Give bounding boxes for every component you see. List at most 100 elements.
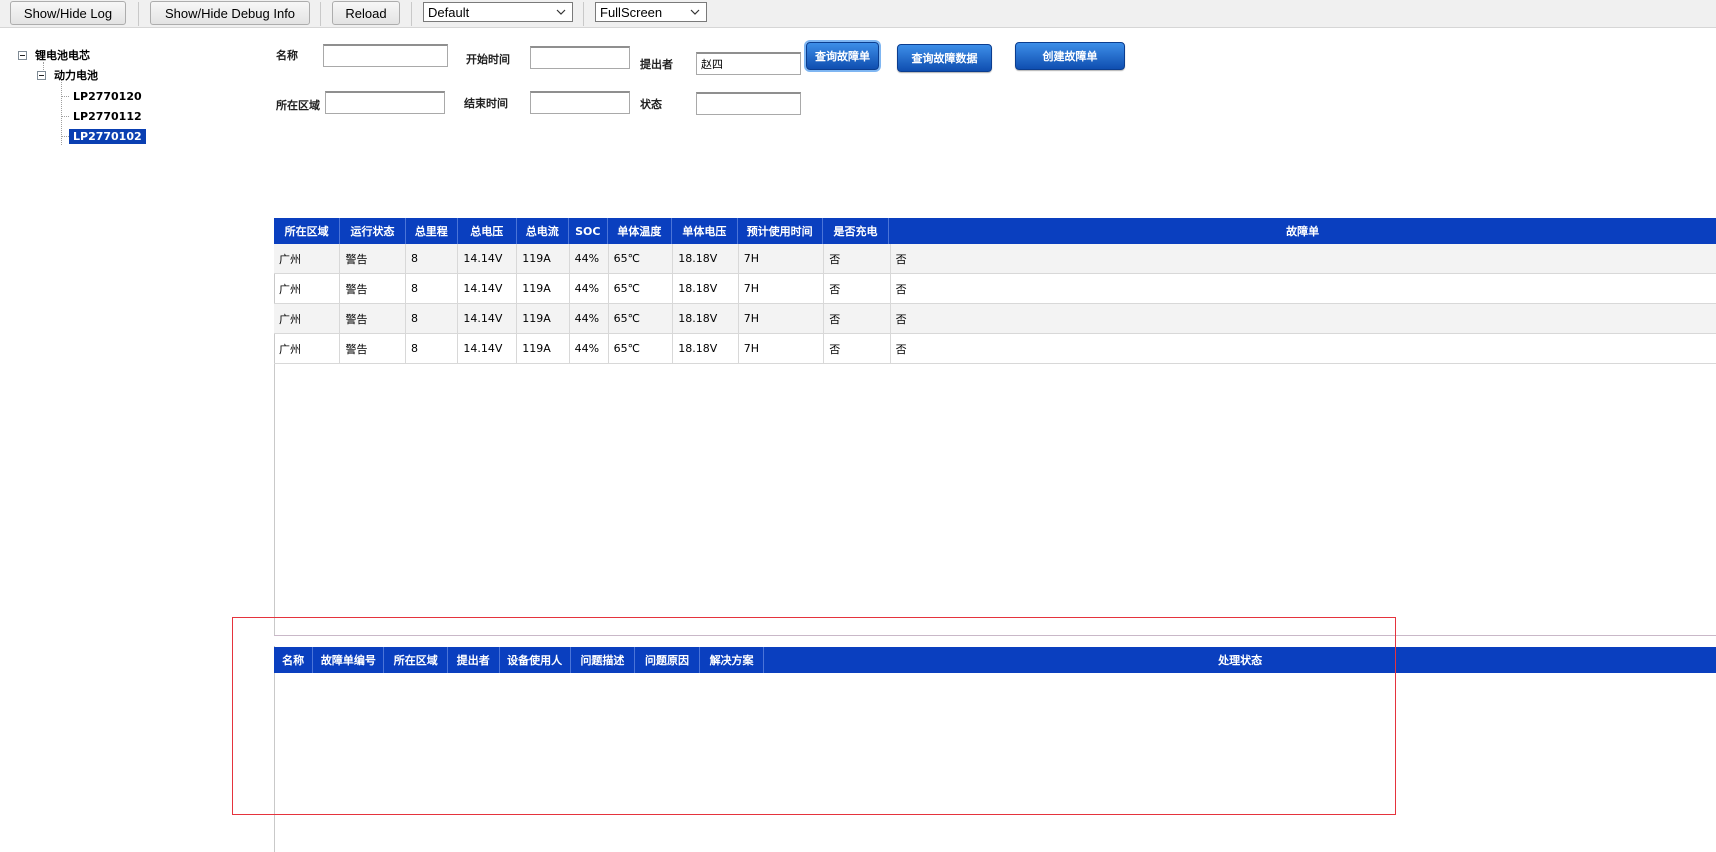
show-hide-debug-button[interactable]: Show/Hide Debug Info [150, 1, 310, 25]
table-row[interactable]: 广州 警告 8 14.14V 119A 44% 65℃ 18.18V 7H 否否 [274, 274, 1716, 304]
toolbar-separator [320, 2, 321, 26]
query-fault-data-button[interactable]: 查询故障数据 [897, 44, 992, 72]
column-header[interactable]: 故障单 [889, 218, 1716, 244]
column-header[interactable]: 处理状态 [764, 647, 1716, 673]
status-input[interactable] [696, 92, 801, 115]
tree-connector [61, 96, 69, 97]
column-header[interactable]: SOC [569, 218, 608, 244]
table-cell: 7H [739, 304, 825, 333]
table-cell: 警告 [340, 274, 407, 303]
toolbar-separator [411, 2, 412, 26]
table-cell: 8 [406, 244, 459, 273]
end-time-input[interactable] [530, 91, 630, 114]
theme-select[interactable]: Default [423, 2, 573, 22]
toolbar-separator [138, 2, 139, 26]
toolbar-separator [583, 2, 584, 26]
device-tree: 锂电池电芯 动力电池 LP2770120 LP2770112 LP2770102 [0, 40, 260, 150]
table-cell: 65℃ [609, 274, 674, 303]
column-header[interactable]: 单体温度 [608, 218, 673, 244]
table-cell: 44% [570, 334, 609, 363]
table-cell: 119A [517, 274, 570, 303]
table-cell: 14.14V [458, 334, 518, 363]
table-cell: 广州 [274, 244, 341, 273]
column-header[interactable]: 提出者 [448, 647, 500, 673]
column-header[interactable]: 问题描述 [571, 647, 636, 673]
table-cell: 警告 [340, 334, 407, 363]
table-row[interactable]: 广州 警告 8 14.14V 119A 44% 65℃ 18.18V 7H 否否 [274, 304, 1716, 334]
table-cell: 7H [739, 334, 825, 363]
table-cell: 8 [406, 304, 459, 333]
show-hide-log-button[interactable]: Show/Hide Log [10, 1, 126, 25]
tree-item-lp2770112[interactable]: LP2770112 [69, 108, 146, 124]
mode-select[interactable]: FullScreen [595, 2, 707, 22]
create-fault-order-button[interactable]: 创建故障单 [1015, 42, 1125, 70]
table-cell: 否 [824, 274, 891, 303]
column-header[interactable]: 运行状态 [340, 218, 406, 244]
collapse-icon[interactable] [18, 50, 27, 60]
column-header[interactable]: 故障单编号 [313, 647, 385, 673]
end-time-label: 结束时间 [464, 97, 508, 110]
status-label: 状态 [640, 98, 662, 111]
table-cell: 否 [895, 282, 907, 296]
tree-node-root[interactable]: 锂电池电芯 [18, 47, 90, 63]
tree-connector [61, 116, 69, 117]
tree-node-label: 动力电池 [54, 69, 98, 82]
column-header[interactable]: 所在区域 [274, 218, 341, 244]
column-header[interactable]: 预计使用时间 [738, 218, 823, 244]
table-cell: 否 [895, 342, 907, 356]
tree-node-child[interactable]: 动力电池 [37, 67, 98, 83]
table-cell: 18.18V [673, 304, 739, 333]
table-cell: 否 [895, 252, 907, 266]
name-input[interactable] [323, 44, 448, 67]
table-cell: 7H [739, 244, 825, 273]
table-cell: 广州 [274, 274, 341, 303]
table-cell: 18.18V [673, 244, 739, 273]
table-cell: 65℃ [609, 334, 674, 363]
table-cell: 广州 [274, 304, 341, 333]
tree-item-label-selected: LP2770102 [69, 128, 146, 144]
tree-connector [61, 136, 69, 137]
column-header[interactable]: 名称 [274, 647, 314, 673]
table-row[interactable]: 广州 警告 8 14.14V 119A 44% 65℃ 18.18V 7H 否否 [274, 334, 1716, 364]
tree-item-lp2770102[interactable]: LP2770102 [69, 128, 146, 144]
column-header[interactable]: 是否充电 [823, 218, 890, 244]
start-time-input[interactable] [530, 46, 630, 69]
table-cell: 119A [517, 244, 570, 273]
column-header[interactable]: 总里程 [406, 218, 458, 244]
chevron-down-icon [556, 9, 566, 15]
table-cell: 8 [406, 274, 459, 303]
grid-header: 所在区域 运行状态 总里程 总电压 总电流 SOC 单体温度 单体电压 预计使用… [274, 218, 1716, 244]
column-header[interactable]: 总电流 [517, 218, 569, 244]
region-input[interactable] [325, 91, 445, 114]
chevron-down-icon [690, 9, 700, 15]
table-row[interactable]: 广州 警告 8 14.14V 119A 44% 65℃ 18.18V 7H 否否 [274, 244, 1716, 274]
toolbar: Show/Hide Log Show/Hide Debug Info Reloa… [0, 0, 1716, 28]
region-label: 所在区域 [276, 99, 320, 112]
fault-order-grid: 名称 故障单编号 所在区域 提出者 设备使用人 问题描述 问题原因 解决方案 处… [274, 647, 1716, 847]
column-header[interactable]: 总电压 [458, 218, 517, 244]
tree-item-lp2770120[interactable]: LP2770120 [69, 88, 146, 104]
column-header[interactable]: 所在区域 [384, 647, 449, 673]
table-cell: 14.14V [458, 274, 518, 303]
tree-item-label: LP2770112 [73, 109, 142, 123]
table-cell: 否 [824, 334, 891, 363]
column-header[interactable]: 单体电压 [672, 218, 738, 244]
table-cell: 广州 [274, 334, 341, 363]
table-cell: 7H [739, 274, 825, 303]
submitter-label: 提出者 [640, 58, 673, 71]
column-header[interactable]: 问题原因 [635, 647, 700, 673]
table-cell: 警告 [340, 244, 407, 273]
submitter-input[interactable]: 赵四 [696, 52, 801, 75]
table-cell: 65℃ [609, 244, 674, 273]
query-fault-order-button[interactable]: 查询故障单 [806, 42, 879, 70]
table-cell: 65℃ [609, 304, 674, 333]
table-cell: 119A [517, 334, 570, 363]
column-header[interactable]: 解决方案 [700, 647, 765, 673]
reload-button[interactable]: Reload [332, 1, 400, 25]
collapse-icon[interactable] [37, 70, 46, 80]
table-cell: 44% [570, 304, 609, 333]
column-header[interactable]: 设备使用人 [500, 647, 571, 673]
table-cell: 44% [570, 274, 609, 303]
table-cell: 否 [824, 304, 891, 333]
table-cell: 119A [517, 304, 570, 333]
